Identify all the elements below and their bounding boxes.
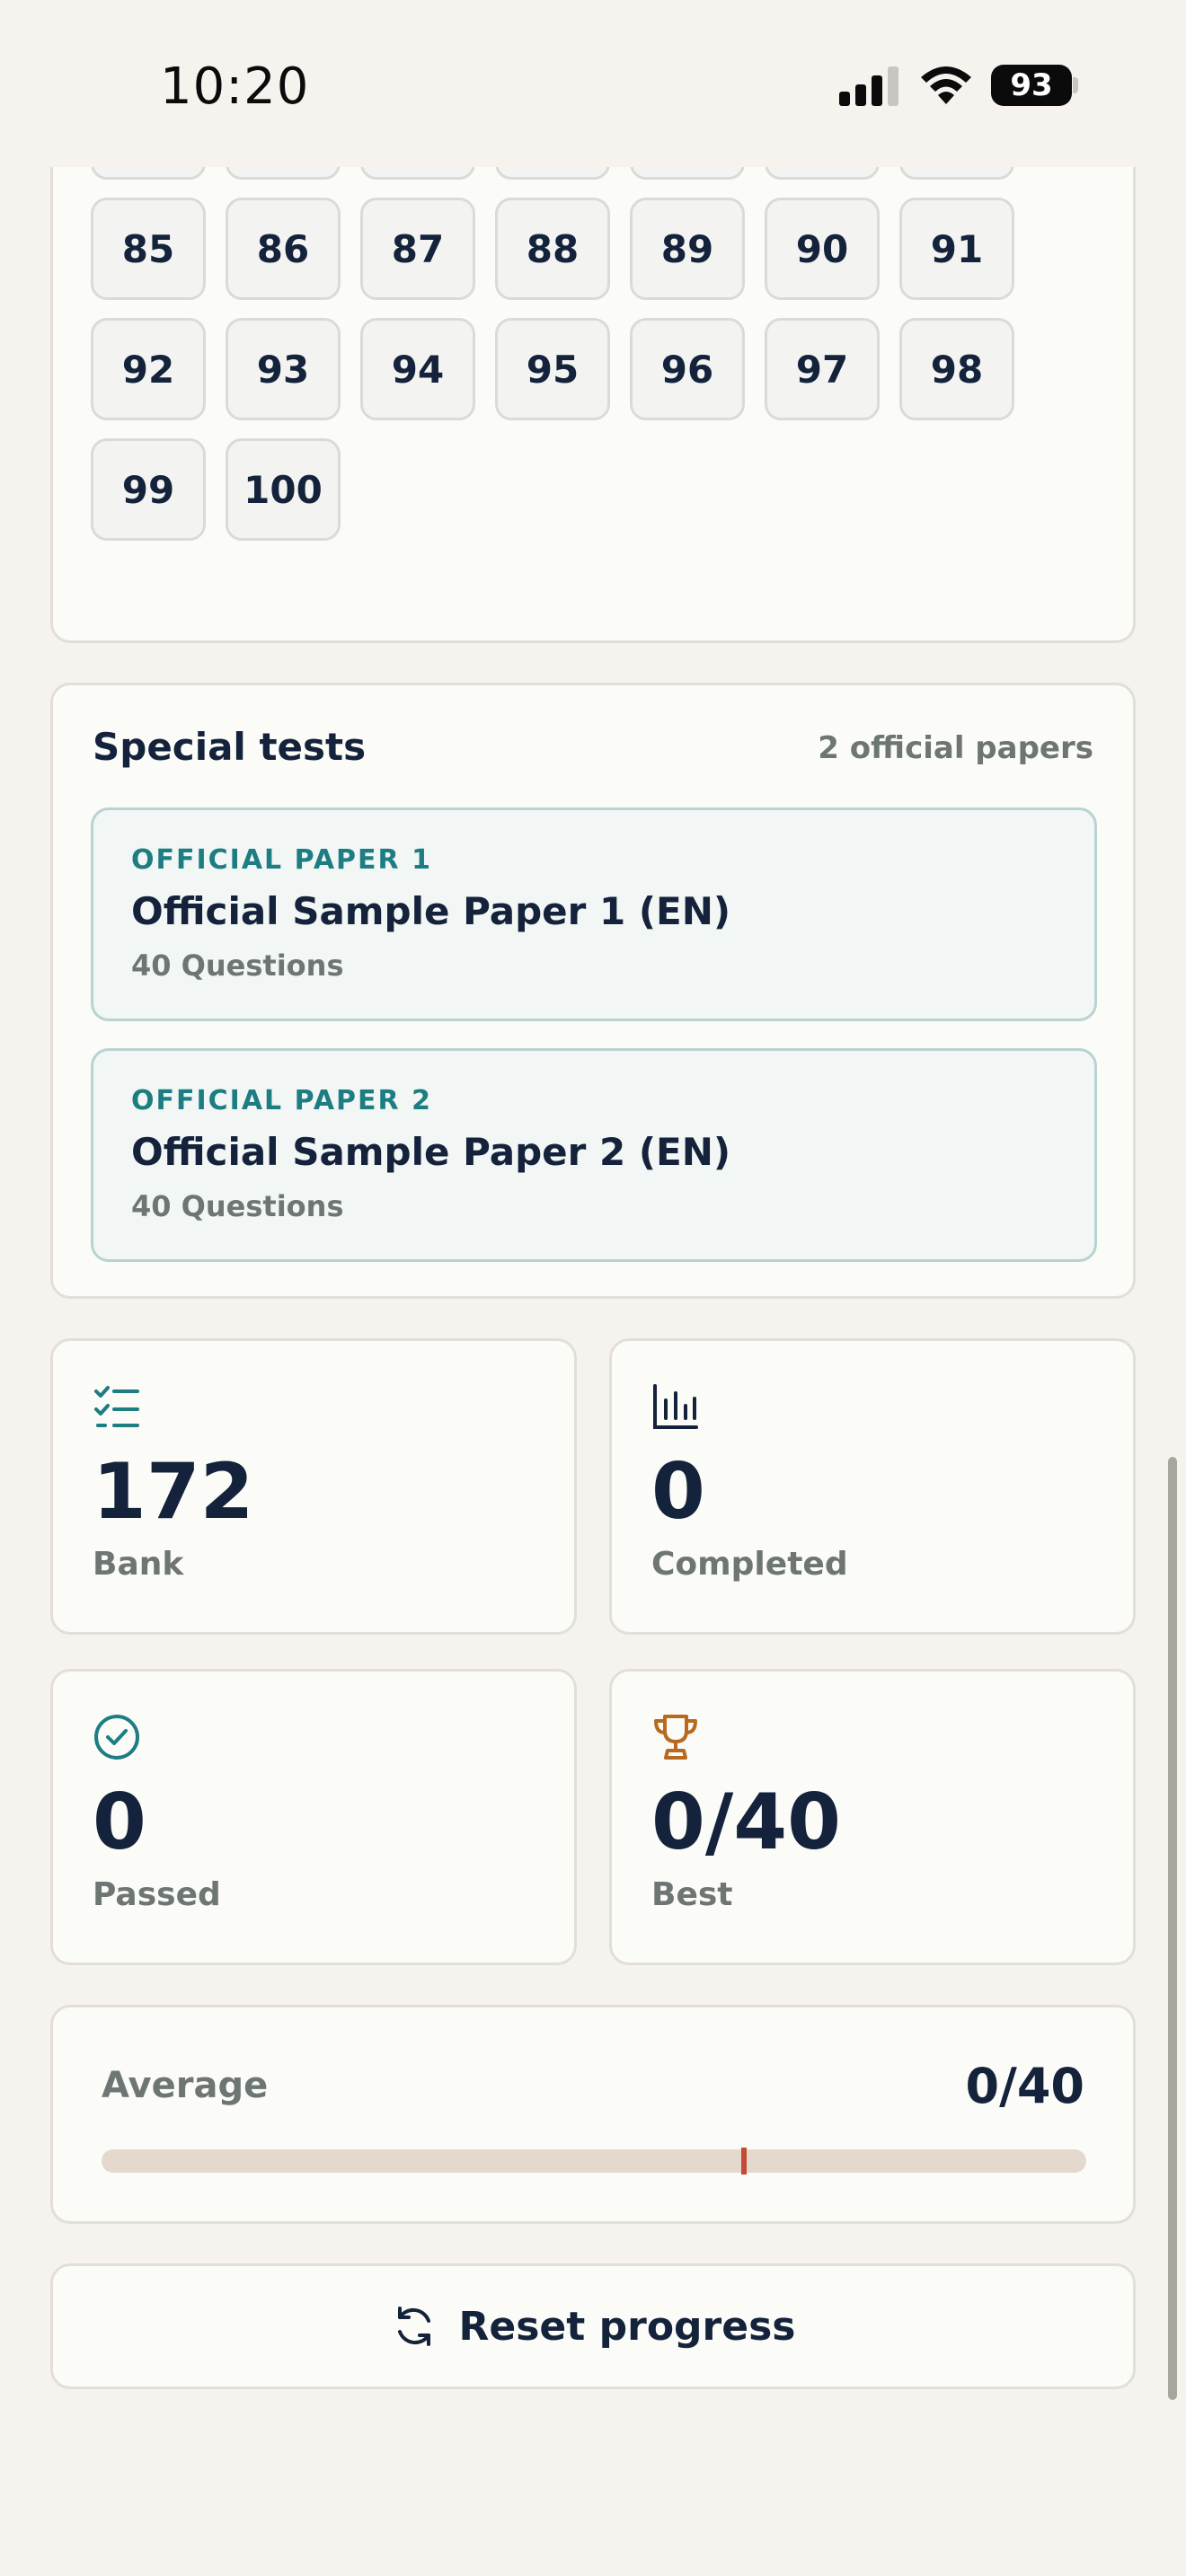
question-number-tile[interactable]: 88 [495, 198, 610, 300]
wifi-icon [921, 66, 971, 104]
status-time: 10:20 [160, 57, 310, 116]
average-card: Average 0/40 [50, 2005, 1136, 2224]
reset-progress-label: Reset progress [458, 2303, 796, 2350]
check-circle-icon [94, 1715, 139, 1760]
question-number-tile[interactable]: 87 [360, 198, 475, 300]
paper-name: Official Sample Paper 1 (EN) [131, 889, 731, 933]
average-value: 0/40 [965, 2058, 1084, 2114]
refresh-icon [397, 2307, 430, 2346]
question-number-tile[interactable]: 96 [630, 318, 745, 420]
stat-value: 0 [651, 1447, 705, 1537]
trophy-icon [654, 1715, 697, 1760]
question-number-tile[interactable]: 86 [226, 198, 341, 300]
status-bar: 10:20 93 [0, 0, 1186, 167]
question-number-tile[interactable]: 94 [360, 318, 475, 420]
stat-value: 172 [93, 1447, 254, 1537]
question-number-tile[interactable]: 100 [226, 438, 341, 541]
question-number-tile[interactable]: 91 [899, 198, 1014, 300]
bar-chart-icon [653, 1384, 698, 1429]
question-grid-card: 7879808182838485868788899091929394959697… [50, 77, 1136, 643]
question-number-tile[interactable]: 99 [91, 438, 206, 541]
scrollbar[interactable] [1168, 1457, 1177, 2400]
battery-icon: 93 [991, 65, 1072, 106]
stat-label: Bank [93, 1546, 184, 1583]
paper-question-count: 40 Questions [131, 1189, 344, 1223]
special-tests-card: Special tests 2 official papers OFFICIAL… [50, 683, 1136, 1299]
official-paper-1[interactable]: OFFICIAL PAPER 1 Official Sample Paper 1… [91, 807, 1097, 1021]
stat-label: Passed [93, 1876, 221, 1913]
stat-label: Best [651, 1876, 733, 1913]
stat-best: 0/40 Best [609, 1669, 1136, 1965]
battery-nub [1073, 77, 1078, 93]
average-progress-bar [102, 2148, 1086, 2175]
question-number-tile[interactable]: 85 [91, 198, 206, 300]
question-number-tile[interactable]: 89 [630, 198, 745, 300]
question-number-tile[interactable]: 95 [495, 318, 610, 420]
paper-tag: OFFICIAL PAPER 2 [131, 1085, 432, 1116]
stat-label: Completed [651, 1546, 848, 1583]
signal-icon [839, 66, 902, 106]
paper-question-count: 40 Questions [131, 948, 344, 983]
stat-bank: 172 Bank [50, 1338, 577, 1635]
special-tests-title: Special tests [93, 725, 367, 769]
reset-progress-button[interactable]: Reset progress [50, 2263, 1136, 2389]
stat-value: 0/40 [651, 1778, 841, 1867]
pass-mark-indicator [741, 2148, 747, 2175]
question-number-tile[interactable]: 97 [765, 318, 880, 420]
paper-tag: OFFICIAL PAPER 1 [131, 844, 432, 876]
question-number-tile[interactable]: 92 [91, 318, 206, 420]
checklist-icon [94, 1386, 139, 1427]
stat-value: 0 [93, 1778, 146, 1867]
paper-name: Official Sample Paper 2 (EN) [131, 1130, 731, 1174]
stat-passed: 0 Passed [50, 1669, 577, 1965]
stat-completed: 0 Completed [609, 1338, 1136, 1635]
question-number-tile[interactable]: 90 [765, 198, 880, 300]
question-number-tile[interactable]: 98 [899, 318, 1014, 420]
question-number-tile[interactable]: 93 [226, 318, 341, 420]
official-paper-2[interactable]: OFFICIAL PAPER 2 Official Sample Paper 2… [91, 1048, 1097, 1262]
special-tests-count: 2 official papers [818, 730, 1093, 766]
average-label: Average [102, 2065, 269, 2106]
